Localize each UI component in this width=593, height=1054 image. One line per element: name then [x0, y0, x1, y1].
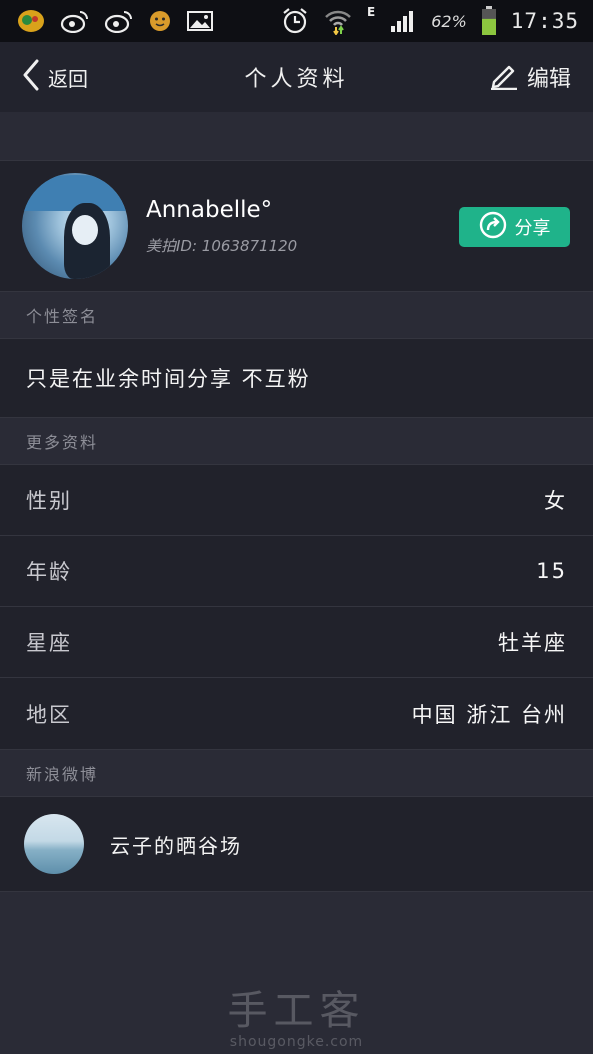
signature-text: 只是在业余时间分享 不互粉 [0, 338, 593, 418]
network-type-label: E [367, 5, 376, 19]
chevron-left-icon [22, 59, 40, 95]
pencil-icon [489, 60, 519, 94]
info-row-age[interactable]: 年龄 15 [0, 536, 593, 607]
wifi-icon [323, 7, 353, 35]
weibo-icon [60, 9, 90, 33]
weibo-avatar [24, 814, 84, 874]
more-info-list: 性别 女 年龄 15 星座 牡羊座 地区 中国 浙江 台州 [0, 464, 593, 750]
signal-icon [389, 8, 417, 34]
info-value: 女 [544, 489, 567, 513]
spacer [0, 112, 593, 160]
edit-button[interactable]: 编辑 [489, 60, 571, 94]
profile-name: Annabelle° [146, 196, 273, 223]
watermark-logo-text: 手工客 [227, 988, 366, 1034]
weibo-account-row[interactable]: 云子的晒谷场 [0, 796, 593, 892]
share-label: 分享 [514, 218, 551, 239]
more-info-section-header: 更多资料 [0, 418, 593, 464]
app-icon [16, 8, 46, 34]
info-label: 性别 [26, 489, 72, 513]
info-value: 牡羊座 [498, 631, 567, 655]
battery-icon [481, 6, 497, 36]
avatar-face [72, 215, 98, 245]
info-label: 星座 [26, 631, 72, 655]
profile-card: Annabelle° 美拍ID: 1063871120 分享 [0, 160, 593, 292]
edit-label: 编辑 [526, 67, 571, 92]
share-button[interactable]: 分享 [459, 207, 570, 247]
navigation-bar: 返回 个人资料 编辑 [0, 42, 593, 112]
watermark: 手工客 shougongke.com [0, 978, 593, 1050]
back-label: 返回 [48, 66, 88, 91]
emoji-icon [148, 9, 172, 33]
watermark-url: shougongke.com [229, 1034, 364, 1050]
info-label: 地区 [26, 702, 72, 727]
image-icon [186, 9, 214, 33]
alarm-icon [281, 7, 309, 35]
share-icon [479, 211, 507, 243]
info-row-region[interactable]: 地区 中国 浙江 台州 [0, 678, 593, 749]
status-bar-notifications [16, 8, 214, 34]
weibo-name: 云子的晒谷场 [110, 833, 242, 858]
status-bar: E 62% 17:35 [0, 0, 593, 42]
profile-info: Annabelle° 美拍ID: 1063871120 [146, 197, 297, 256]
status-bar-system: E 62% 17:35 [281, 5, 579, 37]
info-value: 15 [536, 559, 567, 583]
info-row-gender[interactable]: 性别 女 [0, 465, 593, 536]
info-label: 年龄 [26, 560, 72, 584]
weibo-icon [104, 9, 134, 33]
weibo-section-header: 新浪微博 [0, 750, 593, 796]
info-row-zodiac[interactable]: 星座 牡羊座 [0, 607, 593, 678]
back-button[interactable]: 返回 [22, 59, 88, 95]
battery-percent: 62% [431, 11, 467, 31]
info-value: 中国 浙江 台州 [411, 702, 567, 727]
profile-id: 美拍ID: 1063871120 [146, 236, 298, 255]
avatar[interactable] [22, 173, 128, 279]
signature-section-header: 个性签名 [0, 292, 593, 338]
status-time: 17:35 [510, 9, 579, 33]
